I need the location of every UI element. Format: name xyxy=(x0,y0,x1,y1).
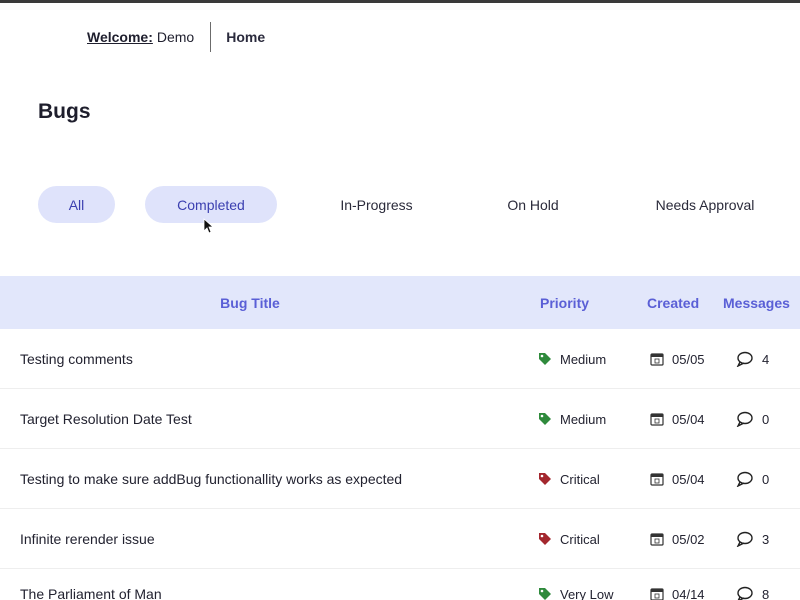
table-row[interactable]: Infinite rerender issue Critical 05/02 3 xyxy=(0,509,800,569)
priority-cell: Medium xyxy=(538,389,606,449)
column-header-priority[interactable]: Priority xyxy=(540,276,589,329)
created-date: 05/02 xyxy=(672,531,705,547)
messages-cell[interactable]: 3 xyxy=(736,509,769,569)
nav-divider xyxy=(210,22,212,52)
calendar-icon xyxy=(650,413,664,426)
table-row[interactable]: Target Resolution Date Test Medium 05/04 0 xyxy=(0,389,800,449)
calendar-icon xyxy=(650,533,664,546)
bug-title-cell[interactable]: Testing to make sure addBug functionalli… xyxy=(20,449,402,509)
tag-icon xyxy=(539,533,551,545)
priority-label: Critical xyxy=(560,471,600,487)
comment-icon xyxy=(736,351,753,367)
created-date: 05/05 xyxy=(672,351,705,367)
message-count: 0 xyxy=(762,411,770,427)
priority-label: Medium xyxy=(560,411,607,427)
calendar-icon xyxy=(650,588,664,600)
message-count: 0 xyxy=(762,471,770,487)
priority-cell: Very Low xyxy=(538,564,613,600)
priority-cell: Critical xyxy=(538,509,600,569)
calendar-icon xyxy=(650,353,664,366)
created-cell: 05/02 xyxy=(650,509,705,569)
column-header-messages[interactable]: Messages xyxy=(723,276,790,329)
messages-cell[interactable]: 0 xyxy=(736,449,769,509)
username: Demo xyxy=(156,29,195,45)
filter-needs-approval-button[interactable]: Needs Approval xyxy=(640,186,770,223)
top-navbar: Welcome: Demo Home xyxy=(87,22,265,52)
status-filter-bar: All Completed In-Progress On Hold Needs … xyxy=(0,186,800,223)
bugs-table: Bug Title Priority Created Messages Test… xyxy=(0,276,800,600)
tag-icon xyxy=(539,353,551,365)
welcome-text: Welcome: Demo xyxy=(87,29,194,45)
bug-title-cell[interactable]: Testing comments xyxy=(20,329,133,389)
column-header-bug-title[interactable]: Bug Title xyxy=(0,276,500,329)
comment-icon xyxy=(736,411,753,427)
messages-cell[interactable]: 4 xyxy=(736,329,769,389)
message-count: 4 xyxy=(762,351,770,367)
priority-cell: Medium xyxy=(538,329,606,389)
created-cell: 04/14 xyxy=(650,564,705,600)
priority-label: Critical xyxy=(560,531,600,547)
column-header-created[interactable]: Created xyxy=(647,276,699,329)
calendar-icon xyxy=(650,473,664,486)
window-top-border xyxy=(0,0,800,3)
bug-title-cell[interactable]: Target Resolution Date Test xyxy=(20,389,192,449)
priority-label: Medium xyxy=(560,351,607,367)
filter-in-progress-button[interactable]: In-Progress xyxy=(330,186,423,223)
table-row[interactable]: Testing comments Medium 05/05 4 xyxy=(0,329,800,389)
table-row[interactable]: Testing to make sure addBug functionalli… xyxy=(0,449,800,509)
filter-on-hold-button[interactable]: On Hold xyxy=(498,186,568,223)
tag-icon xyxy=(539,588,551,600)
bug-title-cell[interactable]: Infinite rerender issue xyxy=(20,509,155,569)
tag-icon xyxy=(539,473,551,485)
table-row[interactable]: The Parliament of Man Very Low 04/14 8 xyxy=(0,569,800,600)
comment-icon xyxy=(736,471,753,487)
comment-icon xyxy=(736,531,753,547)
created-cell: 05/05 xyxy=(650,329,705,389)
priority-label: Very Low xyxy=(560,586,614,600)
tag-icon xyxy=(539,413,551,425)
page-title: Bugs xyxy=(38,100,91,123)
created-date: 05/04 xyxy=(672,411,705,427)
mouse-cursor-icon xyxy=(203,218,213,234)
home-link[interactable]: Home xyxy=(226,29,265,45)
table-header: Bug Title Priority Created Messages xyxy=(0,276,800,329)
created-cell: 05/04 xyxy=(650,389,705,449)
filter-all-button[interactable]: All xyxy=(38,186,115,223)
message-count: 8 xyxy=(762,586,770,600)
created-date: 05/04 xyxy=(672,471,705,487)
messages-cell[interactable]: 0 xyxy=(736,389,769,449)
table-body: Testing comments Medium 05/05 4 Target Resol… xyxy=(0,329,800,600)
priority-cell: Critical xyxy=(538,449,600,509)
bug-title-cell[interactable]: The Parliament of Man xyxy=(20,564,162,600)
message-count: 3 xyxy=(762,531,770,547)
comment-icon xyxy=(737,586,753,600)
welcome-label: Welcome: xyxy=(87,29,153,45)
created-date: 04/14 xyxy=(672,586,705,600)
messages-cell[interactable]: 8 xyxy=(736,564,769,600)
created-cell: 05/04 xyxy=(650,449,705,509)
